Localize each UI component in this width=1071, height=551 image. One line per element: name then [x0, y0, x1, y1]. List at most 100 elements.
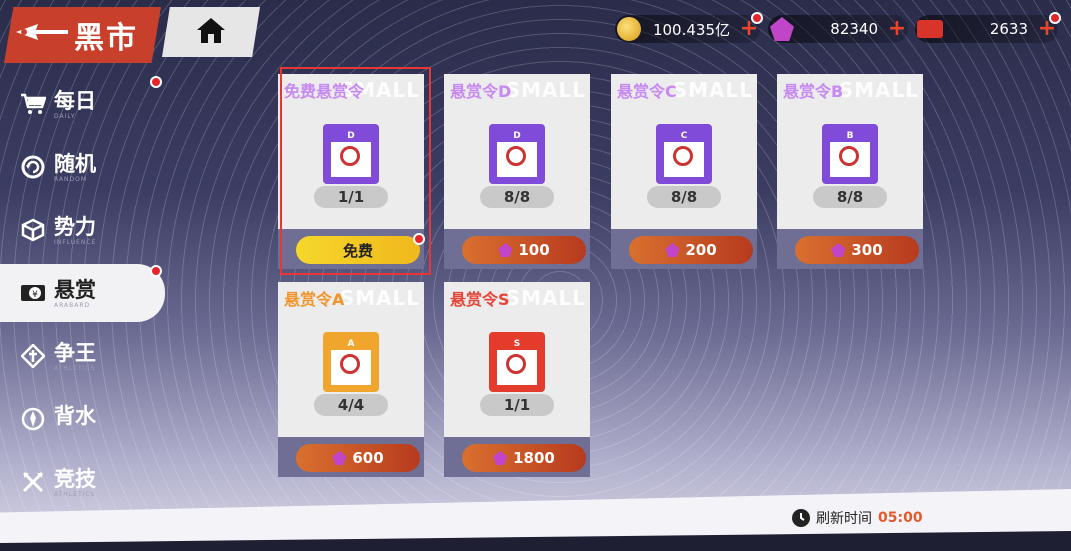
sidebar-item-label: 随机: [54, 150, 96, 176]
bounty-card[interactable]: SMALL 悬赏令S S 1/1 1800: [444, 282, 590, 477]
crown-icon: [20, 343, 46, 369]
clock-icon: [792, 509, 810, 527]
home-icon: [194, 15, 228, 49]
cube-icon: [20, 217, 46, 243]
home-button[interactable]: [162, 7, 260, 57]
refresh-label: 刷新时间: [816, 511, 872, 527]
bounty-card[interactable]: SMALL 悬赏令A A 4/4 600: [278, 282, 424, 477]
sidebar-item-arena[interactable]: 竞技 ATHLETICS: [0, 453, 165, 511]
sidebar-item-label: 竞技: [54, 465, 96, 491]
sidebar-item-sublabel: ARABARD: [54, 301, 91, 309]
sidebar-item-sublabel: RANDOM: [54, 175, 88, 183]
bounty-card[interactable]: SMALL 悬赏令B B 8/8 300: [777, 74, 923, 269]
sidebar-item-label: 势力: [54, 213, 96, 239]
card-title: 悬赏令A: [284, 290, 345, 309]
sidebar-item-influence[interactable]: 势力 INFLUENCE: [0, 201, 165, 259]
gem-currency: 82340 +: [768, 15, 908, 43]
svg-text:¥: ¥: [32, 290, 38, 300]
bounty-order-icon: S: [497, 339, 537, 385]
stock-count: 8/8: [813, 186, 887, 208]
card-footer: 200: [611, 229, 757, 269]
bounty-card[interactable]: SMALL 悬赏令D D 8/8 100: [444, 74, 590, 269]
gold-coin-icon: [617, 17, 641, 41]
card-title: 悬赏令C: [617, 82, 677, 101]
price-label: 1800: [513, 449, 555, 467]
buy-button[interactable]: 100: [462, 236, 586, 264]
purple-gem-icon: [332, 451, 347, 465]
sidebar-item-sublabel: ATHLETICS: [54, 364, 96, 372]
bounty-order-icon: B: [830, 131, 870, 177]
sidebar-item-last-stand[interactable]: 背水 AFIGHT: [0, 390, 165, 448]
card-title: 悬赏令D: [450, 82, 512, 101]
buy-button[interactable]: 1800: [462, 444, 586, 472]
buy-button[interactable]: 300: [795, 236, 919, 264]
card-title: 悬赏令S: [450, 290, 510, 309]
refresh-icon: [20, 154, 46, 180]
cart-icon: [20, 91, 46, 117]
ticket-currency: 2633 +: [915, 15, 1058, 43]
gem-value: 82340: [830, 20, 878, 38]
bounty-order-item: D: [489, 124, 545, 184]
price-label: 100: [518, 241, 550, 259]
sidebar-item-label: 背水: [54, 402, 96, 428]
bounty-order-item: C: [656, 124, 712, 184]
stock-count: 8/8: [480, 186, 554, 208]
purple-gem-icon: [770, 17, 794, 41]
swords-icon: [20, 469, 46, 495]
ticket-value: 2633: [989, 20, 1028, 38]
item-grade: D: [497, 131, 537, 142]
bounty-order-icon: C: [664, 131, 704, 177]
bounty-order-item: B: [822, 124, 878, 184]
purple-gem-icon: [498, 243, 513, 257]
notification-dot: [150, 76, 162, 88]
sidebar-item-label: 每日: [54, 87, 96, 113]
bounty-icon: ¥: [20, 280, 46, 306]
purple-gem-icon: [665, 243, 680, 257]
refresh-time: 05:00: [878, 510, 923, 526]
bounty-order-item: S: [489, 332, 545, 392]
buy-button[interactable]: 600: [296, 444, 420, 472]
buy-button[interactable]: 200: [629, 236, 753, 264]
sidebar-item-contest[interactable]: 争王 ATHLETICS: [0, 327, 165, 385]
purple-gem-icon: [493, 451, 508, 465]
bounty-card[interactable]: SMALL 悬赏令C C 8/8 200: [611, 74, 757, 269]
red-ticket-icon: [917, 20, 943, 38]
stock-count: 4/4: [314, 394, 388, 416]
sidebar-item-sublabel: AFIGHT: [54, 427, 83, 435]
bounty-order-icon: A: [331, 339, 371, 385]
sidebar-item-sublabel: ATHLETICS: [54, 490, 96, 498]
sidebar-item-bounty[interactable]: ¥ 悬赏 ARABARD: [0, 264, 165, 322]
add-gem-button[interactable]: +: [886, 18, 908, 40]
sidebar-item-random[interactable]: 随机 RANDOM: [0, 138, 165, 196]
card-footer: 1800: [444, 437, 590, 477]
card-watermark: SMALL: [339, 286, 420, 310]
card-footer: 300: [777, 229, 923, 269]
gold-currency: 100.435亿 +: [615, 15, 760, 43]
purple-gem-icon: [831, 243, 846, 257]
sidebar-item-daily[interactable]: 每日 DAILY: [0, 75, 165, 133]
spear-icon: [20, 406, 46, 432]
item-grade: A: [331, 339, 371, 350]
card-title: 悬赏令B: [783, 82, 844, 101]
price-label: 300: [851, 241, 883, 259]
card-watermark: SMALL: [505, 78, 586, 102]
item-grade: C: [664, 131, 704, 142]
shop-title-badge: 黑市: [4, 7, 161, 63]
notification-dot: [751, 12, 763, 24]
price-label: 600: [352, 449, 384, 467]
item-grade: B: [830, 131, 870, 142]
card-footer: 100: [444, 229, 590, 269]
notification-dot: [1049, 12, 1061, 24]
selection-highlight: [280, 67, 431, 275]
card-watermark: SMALL: [672, 78, 753, 102]
notification-dot: [150, 265, 162, 277]
card-watermark: SMALL: [838, 78, 919, 102]
stock-count: 8/8: [647, 186, 721, 208]
sidebar-item-label: 争王: [54, 339, 96, 365]
item-grade: S: [497, 339, 537, 350]
bounty-order-item: A: [323, 332, 379, 392]
bounty-order-icon: D: [497, 131, 537, 177]
price-label: 200: [685, 241, 717, 259]
stock-count: 1/1: [480, 394, 554, 416]
gold-value: 100.435亿: [652, 20, 730, 39]
